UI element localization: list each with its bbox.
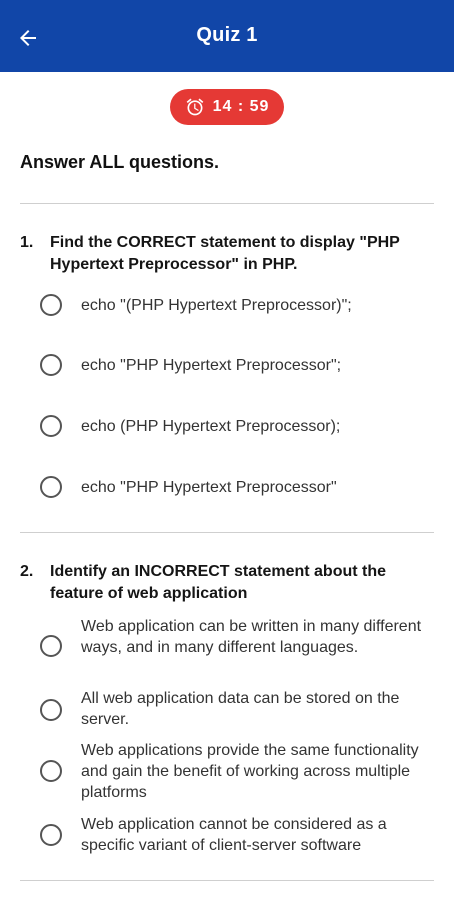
page-title: Quiz 1 bbox=[196, 24, 258, 46]
answer-option-2b[interactable]: All web application data can be stored o… bbox=[20, 686, 434, 732]
divider bbox=[20, 203, 434, 204]
option-label: echo (PHP Hypertext Preprocessor); bbox=[81, 418, 341, 435]
option-label: echo "(PHP Hypertext Preprocessor)"; bbox=[81, 297, 352, 314]
radio-button[interactable] bbox=[40, 354, 62, 376]
alarm-clock-icon bbox=[186, 98, 203, 116]
radio-button[interactable] bbox=[40, 760, 62, 782]
question-number: 1. bbox=[20, 234, 34, 251]
option-label: Web application can be written in many d… bbox=[81, 618, 422, 656]
divider bbox=[20, 880, 434, 881]
radio-button[interactable] bbox=[40, 415, 62, 437]
answer-option-2c[interactable]: Web applications provide the same functi… bbox=[20, 738, 434, 806]
radio-button[interactable] bbox=[40, 699, 62, 721]
app-bar: Quiz 1 bbox=[0, 0, 454, 72]
radio-button[interactable] bbox=[40, 824, 62, 846]
answer-option-1d[interactable]: echo "PHP Hypertext Preprocessor" bbox=[20, 472, 434, 502]
divider bbox=[20, 532, 434, 533]
question-text: Find the CORRECT statement to display "P… bbox=[50, 234, 400, 273]
answer-option-2d[interactable]: Web application cannot be considered as … bbox=[20, 812, 434, 858]
question-number: 2. bbox=[20, 563, 34, 580]
radio-button[interactable] bbox=[40, 476, 62, 498]
answer-option-1a[interactable]: echo "(PHP Hypertext Preprocessor)"; bbox=[20, 290, 434, 320]
instruction-text: Answer ALL questions. bbox=[20, 152, 220, 172]
answer-option-1c[interactable]: echo (PHP Hypertext Preprocessor); bbox=[20, 411, 434, 441]
timer-badge: 14 : 59 bbox=[170, 89, 284, 125]
answer-option-2a[interactable]: Web application can be written in many d… bbox=[20, 614, 434, 680]
option-label: echo "PHP Hypertext Preprocessor" bbox=[81, 479, 337, 496]
option-label: echo "PHP Hypertext Preprocessor"; bbox=[81, 357, 342, 374]
answer-option-1b[interactable]: echo "PHP Hypertext Preprocessor"; bbox=[20, 350, 434, 380]
timer-text: 14 : 59 bbox=[212, 98, 270, 115]
option-label: All web application data can be stored o… bbox=[81, 690, 400, 728]
radio-button[interactable] bbox=[40, 635, 62, 657]
question-2: 2. Identify an INCORRECT statement about… bbox=[20, 561, 434, 605]
option-label: Web applications provide the same functi… bbox=[81, 742, 419, 801]
option-label: Web application cannot be considered as … bbox=[81, 816, 387, 854]
radio-button[interactable] bbox=[40, 294, 62, 316]
question-1: 1. Find the CORRECT statement to display… bbox=[20, 232, 434, 276]
question-text: Identify an INCORRECT statement about th… bbox=[50, 563, 387, 602]
